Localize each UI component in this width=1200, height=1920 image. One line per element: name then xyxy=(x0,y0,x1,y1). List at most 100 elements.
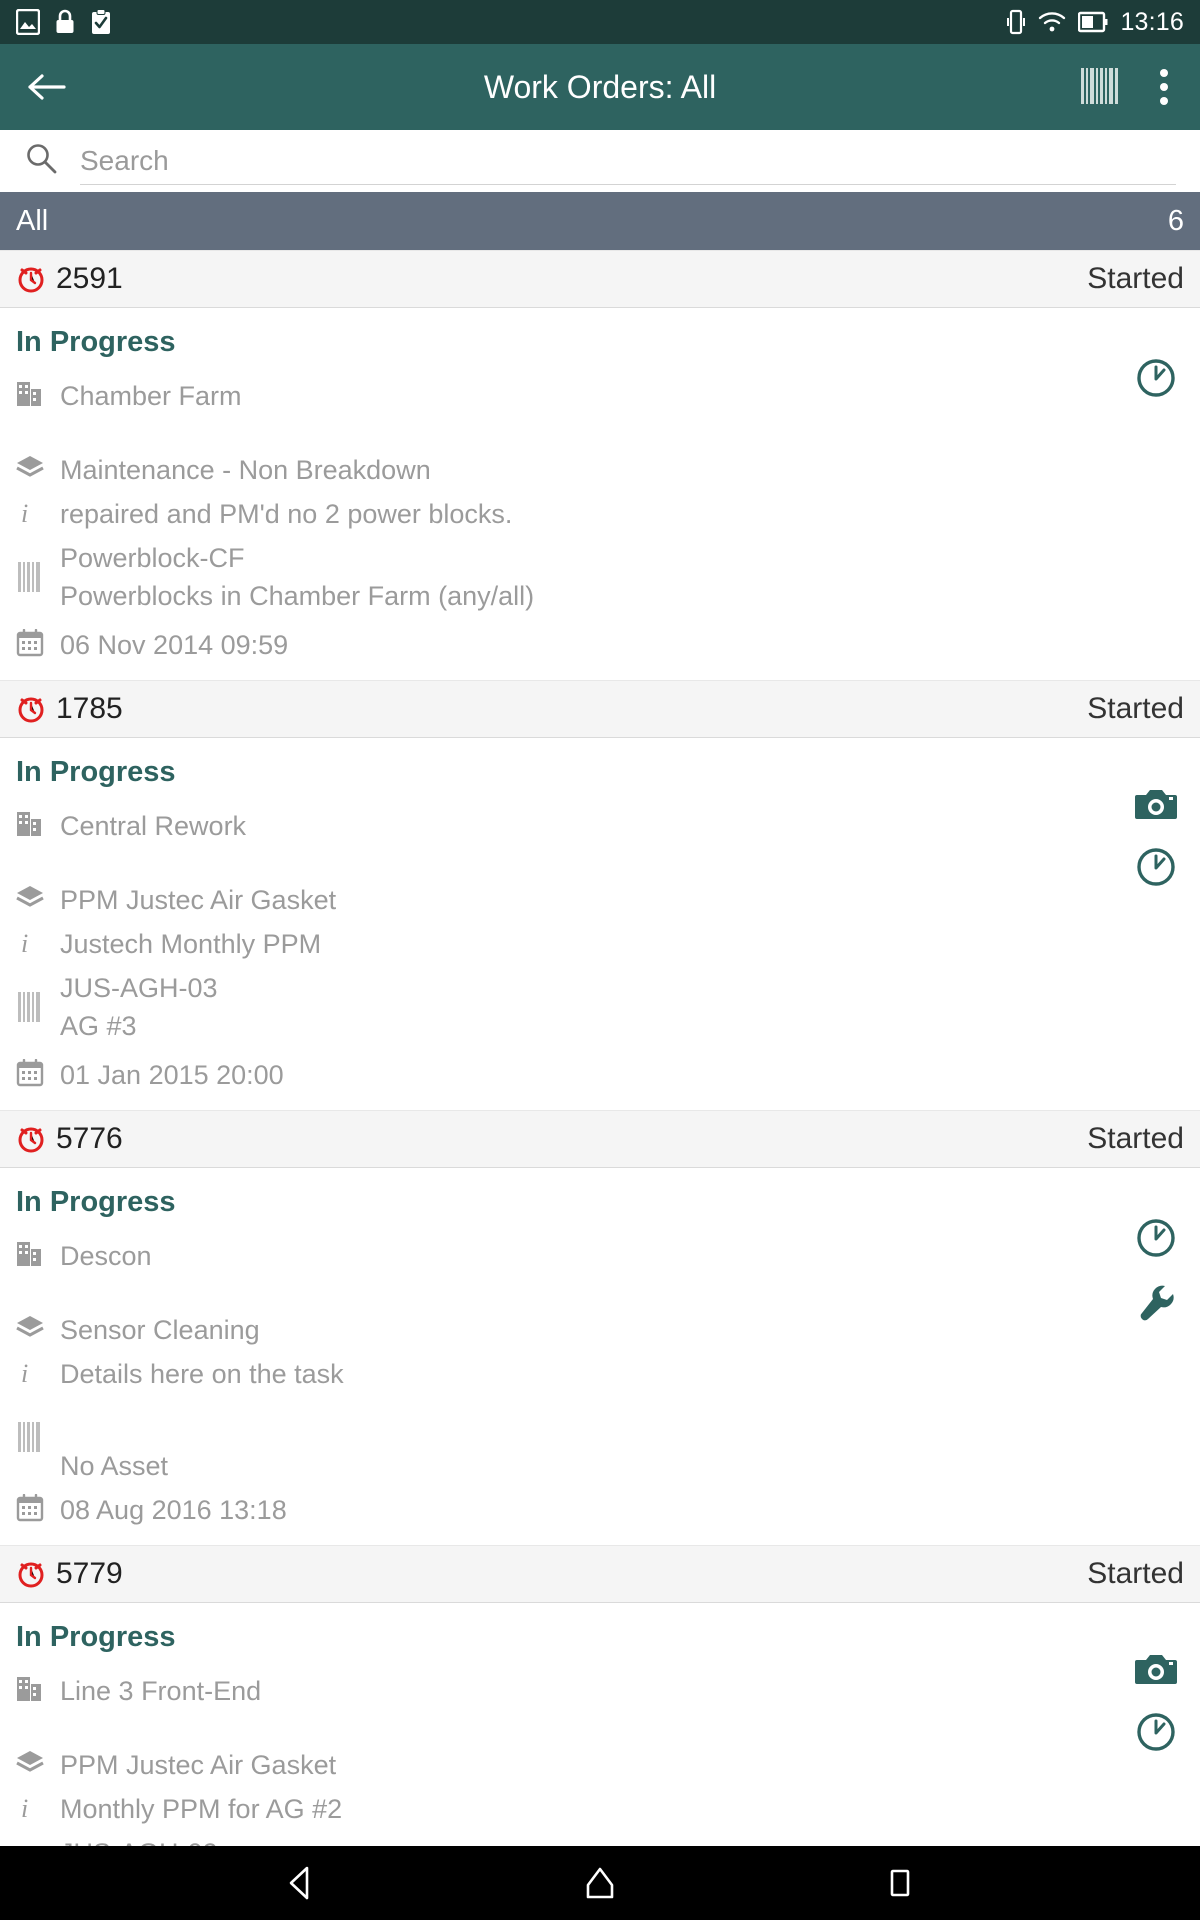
search-input[interactable] xyxy=(80,137,1176,185)
clock-icon[interactable] xyxy=(1134,1216,1178,1265)
work-order-header[interactable]: 1785 Started xyxy=(0,680,1200,738)
location-text: Descon xyxy=(60,1241,152,1271)
details-text: Details here on the task xyxy=(60,1359,344,1389)
work-order-card[interactable]: In Progress Chamber Farm Maintenance - N… xyxy=(0,308,1200,680)
date-row: 08 Aug 2016 13:18 xyxy=(16,1491,1184,1529)
work-order-card[interactable]: In Progress Line 3 Front-End PPM Justec … xyxy=(0,1603,1200,1846)
lock-icon xyxy=(56,9,74,33)
location-text: Central Rework xyxy=(60,811,247,841)
group-header-all[interactable]: All 6 xyxy=(0,192,1200,250)
location-row: Chamber Farm xyxy=(16,377,1184,415)
barcode-scan-button[interactable] xyxy=(1080,68,1120,104)
type-row: Sensor Cleaning xyxy=(16,1311,1184,1349)
barcode-icon xyxy=(16,1834,60,1846)
nav-home-button[interactable] xyxy=(565,1848,635,1918)
location-row: Central Rework xyxy=(16,807,1184,845)
work-order-state: Started xyxy=(1087,692,1184,725)
alarm-icon xyxy=(18,1562,44,1588)
work-order-status: In Progress xyxy=(16,326,176,358)
nav-back-icon xyxy=(289,1866,309,1900)
work-order-header[interactable]: 2591 Started xyxy=(0,250,1200,308)
work-order-header[interactable]: 5776 Started xyxy=(0,1110,1200,1168)
android-nav-bar xyxy=(0,1846,1200,1920)
work-order-state: Started xyxy=(1087,262,1184,295)
date-row: 01 Jan 2015 20:00 xyxy=(16,1056,1184,1094)
location-row: Line 3 Front-End xyxy=(16,1672,1184,1710)
clock-icon[interactable] xyxy=(1134,356,1178,405)
overflow-menu-button[interactable] xyxy=(1150,65,1178,109)
status-bar-right-icons: 13:16 xyxy=(1006,8,1184,37)
nav-back-button[interactable] xyxy=(265,1848,335,1918)
work-order-header[interactable]: 5779 Started xyxy=(0,1545,1200,1603)
asset-code-text: Powerblock-CF xyxy=(60,543,245,573)
clock-icon[interactable] xyxy=(1134,845,1178,894)
status-bar: 13:16 xyxy=(0,0,1200,44)
details-text: Justech Monthly PPM xyxy=(60,929,322,959)
info-icon: i xyxy=(16,1790,60,1821)
back-button[interactable] xyxy=(22,63,70,111)
location-text: Chamber Farm xyxy=(60,381,242,411)
barcode-icon xyxy=(16,969,60,1050)
wrench-icon[interactable] xyxy=(1136,1283,1176,1330)
alarm-icon xyxy=(18,1127,44,1153)
location-text: Line 3 Front-End xyxy=(60,1676,262,1706)
calendar-icon xyxy=(16,1491,60,1522)
building-icon xyxy=(16,377,60,408)
asset-row: Powerblock-CF Powerblocks in Chamber Far… xyxy=(16,539,1184,620)
work-order-id: 5776 xyxy=(56,1122,123,1155)
barcode-icon xyxy=(16,1415,60,1480)
more-vertical-icon-dot xyxy=(1160,69,1168,77)
search-icon xyxy=(24,142,58,181)
date-text: 08 Aug 2016 13:18 xyxy=(60,1495,287,1525)
group-header-count: 6 xyxy=(1167,204,1184,237)
info-icon: i xyxy=(16,1355,60,1386)
work-order-actions xyxy=(1134,356,1178,405)
status-bar-left-icons xyxy=(16,9,112,35)
building-icon xyxy=(16,1672,60,1703)
nav-recents-button[interactable] xyxy=(865,1848,935,1918)
battery-icon xyxy=(1078,11,1108,33)
asset-row: JUS-AGH-03 AG #3 xyxy=(16,969,1184,1050)
type-text: PPM Justec Air Gasket xyxy=(60,885,337,915)
work-order-status: In Progress xyxy=(16,1186,176,1218)
asset-code-text: JUS-AGH-03 xyxy=(60,973,218,1003)
barcode-icon xyxy=(1081,68,1118,104)
date-text: 01 Jan 2015 20:00 xyxy=(60,1060,284,1090)
camera-icon[interactable] xyxy=(1134,786,1178,827)
work-order-state: Started xyxy=(1087,1122,1184,1155)
building-icon xyxy=(16,807,60,838)
layers-icon xyxy=(16,451,60,478)
asset-desc-text: No Asset xyxy=(60,1451,169,1481)
app-bar: Work Orders: All xyxy=(0,44,1200,130)
date-text: 06 Nov 2014 09:59 xyxy=(60,630,289,660)
layers-icon xyxy=(16,881,60,908)
layers-icon xyxy=(16,1311,60,1338)
svg-text:i: i xyxy=(21,1359,28,1386)
info-icon: i xyxy=(16,925,60,956)
asset-row: JUS-AGH-02 AG #2 xyxy=(16,1834,1184,1846)
type-text: Maintenance - Non Breakdown xyxy=(60,455,431,485)
alarm-icon xyxy=(18,267,44,293)
work-order-actions xyxy=(1134,1651,1178,1759)
svg-text:i: i xyxy=(21,499,28,526)
page-title: Work Orders: All xyxy=(483,68,717,105)
location-row: Descon xyxy=(16,1237,1184,1275)
work-order-list[interactable]: 2591 Started In Progress Chamber Farm Ma… xyxy=(0,250,1200,1846)
info-icon: i xyxy=(16,495,60,526)
layers-icon xyxy=(16,1746,60,1773)
type-text: Sensor Cleaning xyxy=(60,1315,260,1345)
details-row: i Details here on the task xyxy=(16,1355,1184,1393)
clock-icon[interactable] xyxy=(1134,1710,1178,1759)
clipboard-check-icon xyxy=(92,9,110,34)
svg-text:i: i xyxy=(21,1794,28,1821)
details-row: i repaired and PM'd no 2 power blocks. xyxy=(16,495,1184,533)
camera-icon[interactable] xyxy=(1134,1651,1178,1692)
vibrate-icon xyxy=(1007,9,1026,35)
app-bar-actions xyxy=(1080,65,1178,109)
work-order-card[interactable]: In Progress Central Rework PPM Justec Ai… xyxy=(0,738,1200,1110)
work-order-actions xyxy=(1134,786,1178,894)
work-order-card[interactable]: In Progress Descon Sensor Cleaning i Det… xyxy=(0,1168,1200,1545)
